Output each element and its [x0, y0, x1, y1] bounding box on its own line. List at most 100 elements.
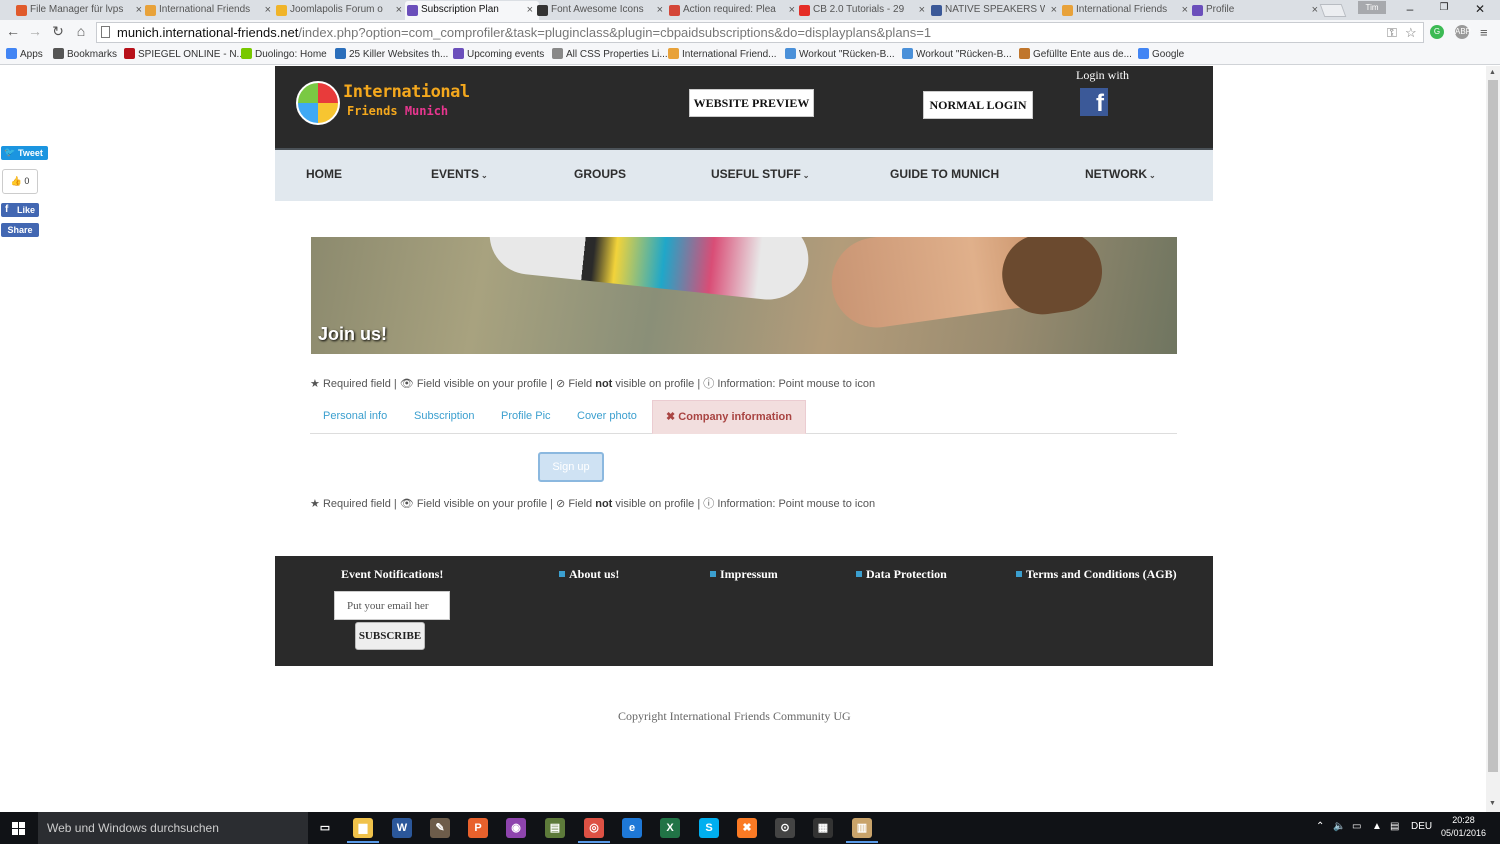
reload-icon[interactable]: ↻: [49, 23, 67, 40]
chrome-icon[interactable]: ◎: [584, 818, 604, 838]
close-window-icon[interactable]: ✕: [1465, 2, 1495, 16]
minimize-icon[interactable]: –: [1395, 2, 1425, 16]
profile-tab[interactable]: Personal info: [310, 400, 400, 434]
network-icon[interactable]: ▭: [1352, 821, 1361, 832]
tweet-button[interactable]: Tweet: [1, 145, 48, 160]
explorer-icon[interactable]: ▆: [353, 818, 373, 838]
bookmark-item[interactable]: 25 Killer Websites th...: [335, 48, 448, 60]
tab-close-icon[interactable]: ×: [396, 1, 402, 19]
tab-close-icon[interactable]: ×: [1182, 1, 1188, 19]
clock[interactable]: 20:28 05/01/2016: [1441, 814, 1486, 840]
word-icon[interactable]: W: [392, 818, 412, 838]
bookmark-item[interactable]: All CSS Properties Li...: [552, 48, 668, 60]
browser-tab[interactable]: Font Awesome Icons ×: [535, 1, 669, 20]
profile-tab[interactable]: ✖ Company information: [652, 400, 806, 434]
tab-close-icon[interactable]: ×: [657, 1, 663, 19]
tab-close-icon[interactable]: ×: [1051, 1, 1057, 19]
extension-g-icon[interactable]: G: [1430, 25, 1444, 39]
browser-tab[interactable]: CB 2.0 Tutorials - 29 ×: [797, 1, 931, 20]
browser-tab[interactable]: NATIVE SPEAKERS W ×: [929, 1, 1063, 20]
profile-tab[interactable]: Profile Pic: [488, 400, 564, 434]
media-icon[interactable]: ⊙: [775, 818, 795, 838]
footer-link-about[interactable]: About us!: [559, 567, 619, 582]
vote-button[interactable]: 👍 0: [2, 169, 38, 194]
notification-icon[interactable]: ▤: [1390, 821, 1399, 832]
excel-icon[interactable]: X: [660, 818, 680, 838]
subscribe-button[interactable]: SUBSCRIBE: [355, 622, 425, 650]
picasa-icon[interactable]: ◉: [506, 818, 526, 838]
logo-globe-icon[interactable]: [296, 81, 340, 125]
signup-button[interactable]: Sign up: [538, 452, 604, 482]
browser-tab[interactable]: Subscription Plan ×: [405, 1, 539, 20]
nav-item-groups[interactable]: GROUPS: [574, 167, 626, 181]
back-arrow-icon[interactable]: ←: [4, 23, 22, 39]
bookmark-item[interactable]: Workout "Rücken-B...: [902, 48, 1012, 60]
facebook-login-icon[interactable]: f: [1080, 88, 1108, 116]
scroll-thumb[interactable]: [1488, 80, 1498, 772]
browser-tab[interactable]: International Friends ×: [143, 1, 277, 20]
scanner-icon[interactable]: ▤: [545, 818, 565, 838]
tab-close-icon[interactable]: ×: [919, 1, 925, 19]
nav-item-events[interactable]: EVENTS ⌄: [431, 167, 488, 181]
bookmark-item[interactable]: Bookmarks: [53, 48, 117, 60]
bookmark-item[interactable]: Workout "Rücken-B...: [785, 48, 895, 60]
scroll-up-icon[interactable]: ▲: [1489, 69, 1496, 76]
tray-chevron-icon[interactable]: ⌃: [1316, 821, 1324, 832]
facebook-like-button[interactable]: Like: [1, 203, 39, 217]
tab-close-icon[interactable]: ×: [265, 1, 271, 19]
footer-link-data-protection[interactable]: Data Protection: [856, 567, 947, 582]
forward-arrow-icon[interactable]: →: [26, 23, 44, 39]
browser-tab[interactable]: Profile ×: [1190, 1, 1324, 20]
skype-icon[interactable]: S: [699, 818, 719, 838]
page-scrollbar[interactable]: ▲ ▼: [1486, 66, 1500, 812]
tab-close-icon[interactable]: ×: [527, 1, 533, 19]
key-icon[interactable]: ⚿: [1387, 25, 1397, 41]
bookmark-item[interactable]: Gefüllte Ente aus de...: [1019, 48, 1132, 60]
normal-login-button[interactable]: NORMAL LOGIN: [923, 91, 1033, 119]
bookmark-item[interactable]: SPIEGEL ONLINE - N...: [124, 48, 245, 60]
volume-icon[interactable]: 🔈: [1333, 821, 1345, 832]
browser-tab[interactable]: International Friends ×: [1060, 1, 1194, 20]
address-bar[interactable]: munich.international-friends.net/index.p…: [96, 22, 1424, 43]
nav-item-guide-to-munich[interactable]: GUIDE TO MUNICH: [890, 167, 999, 181]
browser-tab[interactable]: Joomlapolis Forum o ×: [274, 1, 408, 20]
browser-tab[interactable]: Action required: Plea ×: [667, 1, 801, 20]
nav-item-home[interactable]: HOME: [306, 167, 342, 181]
website-preview-button[interactable]: WEBSITE PREVIEW: [689, 89, 814, 117]
profile-tab[interactable]: Subscription: [401, 400, 488, 434]
bookmark-item[interactable]: Upcoming events: [453, 48, 544, 60]
nav-item-network[interactable]: NETWORK ⌄: [1085, 167, 1156, 181]
notepad-icon[interactable]: ▥: [852, 818, 872, 838]
footer-link-terms[interactable]: Terms and Conditions (AGB): [1016, 567, 1177, 582]
browser-tab[interactable]: File Manager für lvps ×: [14, 1, 148, 20]
adblock-icon[interactable]: ABP: [1455, 25, 1471, 39]
bookmark-item[interactable]: Google: [1138, 48, 1184, 60]
calculator-icon[interactable]: ▦: [813, 818, 833, 838]
newsletter-email-input[interactable]: Put your email her: [334, 591, 450, 620]
taskbar-search[interactable]: Web und Windows durchsuchen: [38, 812, 308, 844]
paint-icon[interactable]: P: [468, 818, 488, 838]
tab-close-icon[interactable]: ×: [136, 1, 142, 19]
home-icon[interactable]: ⌂: [72, 23, 90, 39]
task-view-icon[interactable]: ▭: [315, 818, 335, 838]
tab-close-icon[interactable]: ×: [789, 1, 795, 19]
start-button[interactable]: [0, 812, 38, 844]
profile-badge[interactable]: Tim: [1358, 1, 1386, 14]
menu-icon[interactable]: ≡: [1480, 25, 1488, 40]
bookmark-item[interactable]: Apps: [6, 48, 43, 60]
tab-close-icon[interactable]: ×: [1312, 1, 1318, 19]
bookmark-item[interactable]: International Friend...: [668, 48, 777, 60]
star-icon[interactable]: ☆: [1405, 25, 1417, 41]
nav-item-useful-stuff[interactable]: USEFUL STUFF ⌄: [711, 167, 809, 181]
bookmark-item[interactable]: Duolingo: Home: [241, 48, 327, 60]
xampp-icon[interactable]: ✖: [737, 818, 757, 838]
logo-subtitle[interactable]: Friends Munich: [347, 104, 448, 118]
maximize-icon[interactable]: ❐: [1429, 2, 1459, 13]
language-indicator[interactable]: DEU: [1411, 821, 1432, 832]
profile-tab[interactable]: Cover photo: [564, 400, 650, 434]
facebook-share-button[interactable]: Share: [1, 223, 39, 237]
footer-link-impressum[interactable]: Impressum: [710, 567, 778, 582]
logo-title[interactable]: International: [343, 82, 470, 102]
edge-icon[interactable]: e: [622, 818, 642, 838]
drive-icon[interactable]: ▲: [1372, 821, 1382, 832]
